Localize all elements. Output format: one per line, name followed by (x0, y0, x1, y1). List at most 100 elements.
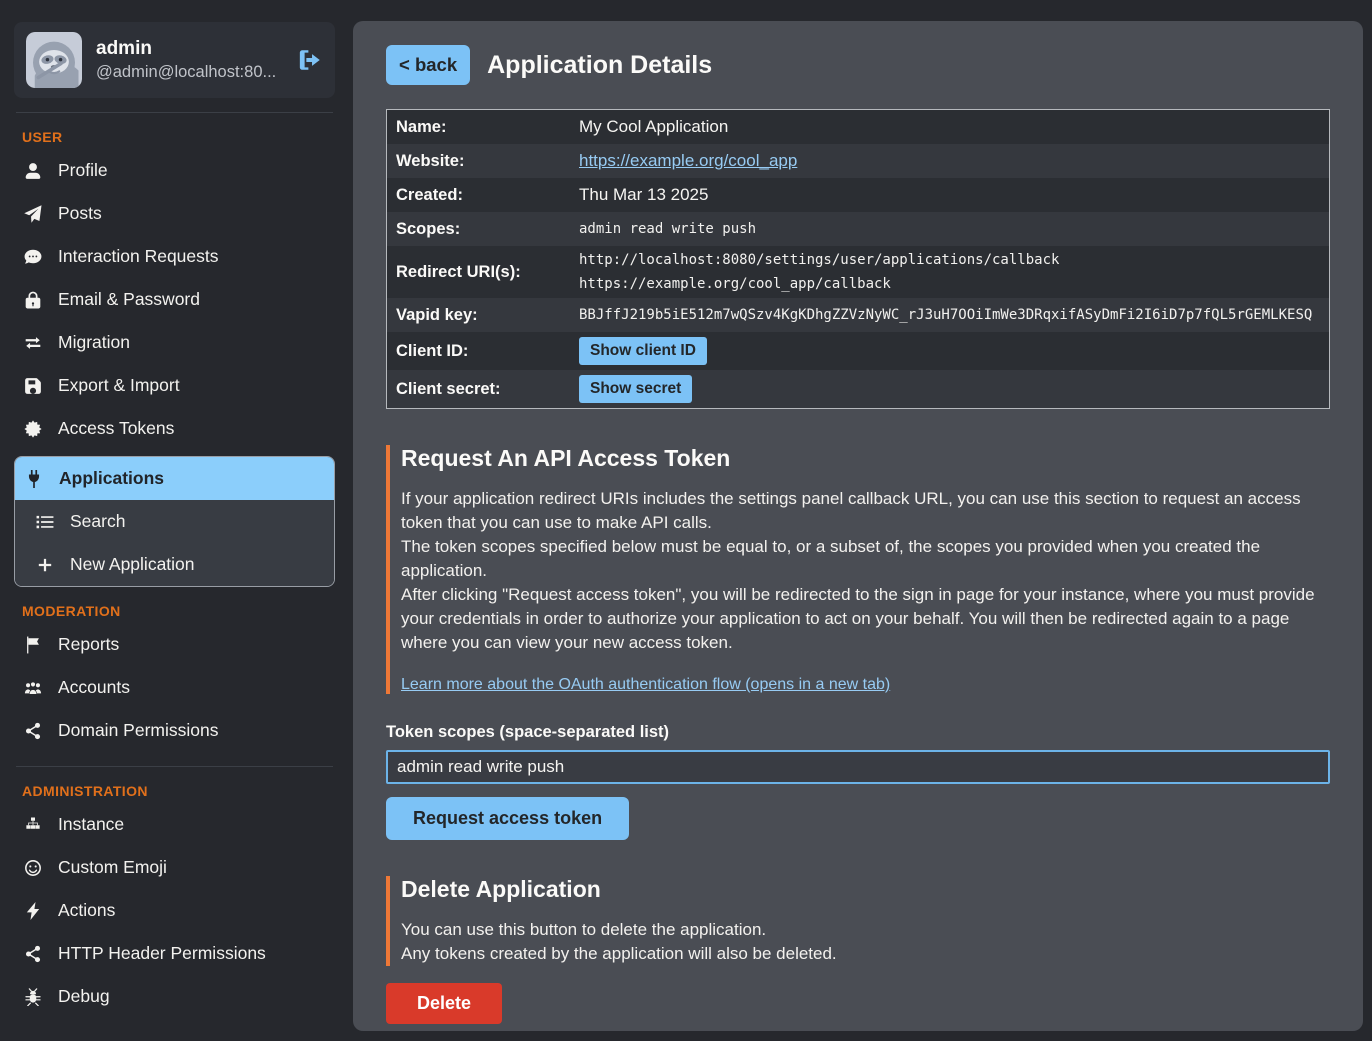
user-meta: admin @admin@localhost:80... (96, 38, 283, 82)
sidebar-item-label: Access Tokens (58, 418, 174, 439)
sidebar-item-profile[interactable]: Profile (14, 149, 335, 192)
sidebar-item-label: Actions (58, 900, 115, 921)
table-row-website: Website:https://example.org/cool_app (387, 144, 1329, 178)
delete-application-section: Delete Application You can use this butt… (386, 876, 1330, 966)
row-value: admin read write push (579, 217, 1329, 241)
plug-icon (24, 469, 43, 488)
paragraph: You can use this button to delete the ap… (401, 918, 1330, 942)
sidebar-item-label: Accounts (58, 677, 130, 698)
sidebar-item-label: Instance (58, 814, 124, 835)
list-icon (35, 512, 54, 531)
share-nodes-icon (23, 944, 42, 963)
sidebar-item-email-password[interactable]: Email & Password (14, 278, 335, 321)
paper-plane-icon (23, 204, 42, 223)
users-icon (23, 678, 42, 697)
request-token-section: Request An API Access Token If your appl… (386, 445, 1330, 694)
row-value: Show client ID (579, 334, 1329, 368)
token-scopes-label: Token scopes (space-separated list) (386, 723, 1330, 742)
sidebar-section-header-administration: ADMINISTRATION (22, 783, 335, 799)
row-label: Vapid key: (387, 306, 579, 325)
request-access-token-button[interactable]: Request access token (386, 797, 629, 840)
sidebar-item-search[interactable]: Search (15, 500, 334, 543)
sidebar-item-label: Export & Import (58, 375, 180, 396)
sidebar-section-header-user: USER (22, 129, 335, 145)
row-label: Client ID: (387, 342, 579, 361)
topbar: < back Application Details (386, 45, 1330, 85)
sidebar-item-accounts[interactable]: Accounts (14, 666, 335, 709)
sidebar-item-domain-permissions[interactable]: Domain Permissions (14, 709, 335, 752)
sitemap-icon (23, 815, 42, 834)
sidebar-item-label: Interaction Requests (58, 246, 219, 267)
sidebar-item-applications[interactable]: Applications (15, 457, 334, 500)
sidebar-divider (16, 112, 333, 113)
row-value[interactable]: https://example.org/cool_app (579, 151, 1329, 171)
user-handle: @admin@localhost:80... (96, 63, 283, 82)
sidebar-item-label: Posts (58, 203, 102, 224)
paragraph: The token scopes specified below must be… (401, 535, 1330, 583)
back-button[interactable]: < back (386, 45, 470, 85)
sidebar-item-label: Profile (58, 160, 108, 181)
row-value: http://localhost:8080/settings/user/appl… (579, 248, 1329, 296)
sidebar-item-label: Custom Emoji (58, 857, 167, 878)
row-value: Thu Mar 13 2025 (579, 185, 1329, 205)
avatar (26, 32, 82, 88)
applications-subitems: Search New Application (15, 500, 334, 586)
request-token-heading: Request An API Access Token (401, 445, 1330, 472)
row-label: Name: (387, 118, 579, 137)
token-scopes-input[interactable] (386, 750, 1330, 784)
table-row-redirect-uri-s: Redirect URI(s):http://localhost:8080/se… (387, 246, 1329, 298)
sidebar-item-instance[interactable]: Instance (14, 803, 335, 846)
plus-icon (35, 555, 54, 574)
sidebar-divider (16, 766, 333, 767)
sidebar-item-export-import[interactable]: Export & Import (14, 364, 335, 407)
row-label: Client secret: (387, 380, 579, 399)
main-panel: < back Application Details Name:My Cool … (353, 21, 1363, 1031)
table-row-name: Name:My Cool Application (387, 110, 1329, 144)
website-link[interactable]: https://example.org/cool_app (579, 151, 797, 170)
table-row-client-id: Client ID:Show client ID (387, 332, 1329, 370)
table-row-vapid-key: Vapid key:BBJffJ219b5iE512m7wQSzv4KgKDhg… (387, 298, 1329, 332)
logout-icon[interactable] (297, 47, 323, 73)
floppy-disk-icon (23, 376, 42, 395)
sidebar-item-access-tokens[interactable]: Access Tokens (14, 407, 335, 450)
show-secret-button[interactable]: Show secret (579, 375, 692, 403)
sidebar-item-label: Domain Permissions (58, 720, 218, 741)
sidebar-section-header-moderation: MODERATION (22, 603, 335, 619)
mono-value-line: admin read write push (579, 217, 1329, 241)
sidebar-item-migration[interactable]: Migration (14, 321, 335, 364)
sidebar-item-interaction-requests[interactable]: Interaction Requests (14, 235, 335, 278)
oauth-docs-link[interactable]: Learn more about the OAuth authenticatio… (401, 676, 890, 694)
sidebar-item-label: Reports (58, 634, 119, 655)
row-label: Scopes: (387, 220, 579, 239)
row-value: My Cool Application (579, 117, 1329, 137)
sidebar-item-actions[interactable]: Actions (14, 889, 335, 932)
page-title: Application Details (487, 51, 712, 80)
sidebar-item-label: New Application (70, 554, 195, 575)
row-value: BBJffJ219b5iE512m7wQSzv4KgKDhgZZVzNyWC_r… (579, 303, 1329, 327)
sidebar-item-http-header-permissions[interactable]: HTTP Header Permissions (14, 932, 335, 975)
delete-button[interactable]: Delete (386, 983, 502, 1024)
comment-dots-icon (23, 247, 42, 266)
sidebar-item-custom-emoji[interactable]: Custom Emoji (14, 846, 335, 889)
bug-icon (23, 987, 42, 1006)
sidebar-item-reports[interactable]: Reports (14, 623, 335, 666)
sidebar-item-posts[interactable]: Posts (14, 192, 335, 235)
sidebar-section-user: Profile Posts Interaction Requests Email & … (14, 149, 335, 587)
bolt-icon (23, 901, 42, 920)
flag-icon (23, 635, 42, 654)
sidebar-item-debug[interactable]: Debug (14, 975, 335, 1018)
delete-application-heading: Delete Application (401, 876, 1330, 903)
paragraph: After clicking "Request access token", y… (401, 583, 1330, 655)
show-client-id-button[interactable]: Show client ID (579, 337, 707, 365)
user-card[interactable]: admin @admin@localhost:80... (14, 22, 335, 98)
face-smile-icon (23, 858, 42, 877)
sidebar-section-administration: Instance Custom Emoji Actions HTTP Header P… (14, 803, 335, 1018)
sidebar-item-label: Migration (58, 332, 130, 353)
token-burst-icon (23, 419, 42, 438)
mono-value-line: http://localhost:8080/settings/user/appl… (579, 248, 1329, 272)
sidebar-item-new-application[interactable]: New Application (15, 543, 334, 586)
mono-value-line: https://example.org/cool_app/callback (579, 272, 1329, 296)
row-label: Created: (387, 186, 579, 205)
paragraph: Any tokens created by the application wi… (401, 942, 1330, 966)
sidebar-item-label: Debug (58, 986, 110, 1007)
